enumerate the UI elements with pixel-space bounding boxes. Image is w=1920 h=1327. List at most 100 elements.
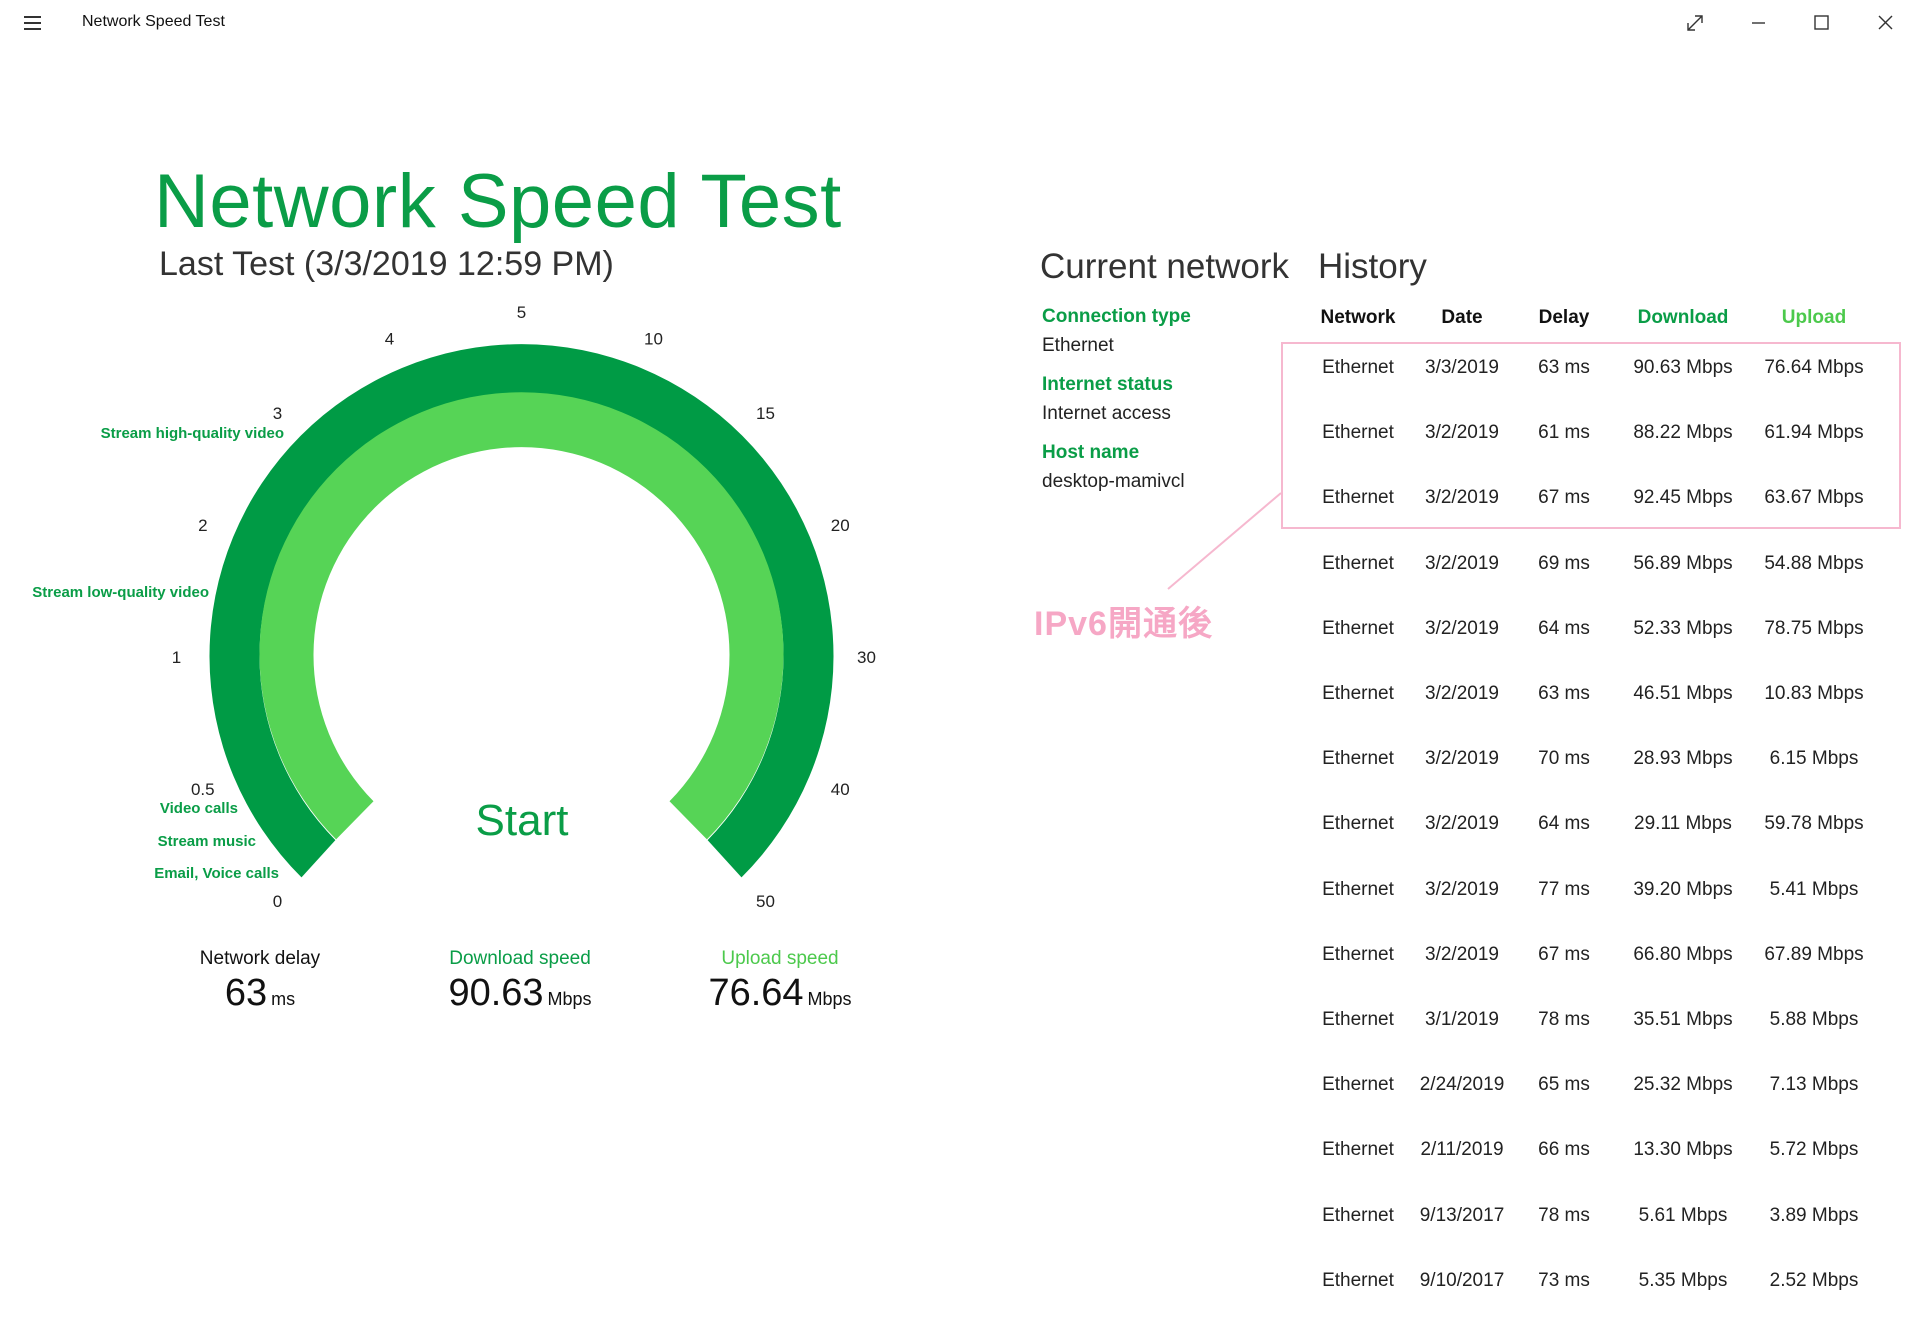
marker-label: Stream music bbox=[158, 833, 256, 850]
history-cell-network: Ethernet bbox=[1322, 617, 1394, 639]
history-cell-network: Ethernet bbox=[1322, 1204, 1394, 1226]
history-cell-download: 28.93 Mbps bbox=[1633, 748, 1733, 770]
history-header-download: Download bbox=[1637, 307, 1729, 328]
network-delay-value: 63 bbox=[224, 972, 268, 1014]
history-cell-network: Ethernet bbox=[1322, 552, 1394, 574]
history-cell-upload: 67.89 Mbps bbox=[1764, 943, 1864, 965]
history-cell-download: 56.89 Mbps bbox=[1633, 552, 1733, 574]
history-row[interactable]: Ethernet 3/2/2019 67 ms 66.80 Mbps 67.89 Mbp… bbox=[1300, 944, 1920, 1004]
history-row[interactable]: Ethernet 3/2/2019 64 ms 52.33 Mbps 78.75 Mbp… bbox=[1300, 618, 1920, 678]
history-row[interactable]: Ethernet 3/2/2019 77 ms 39.20 Mbps 5.41 Mbps bbox=[1300, 879, 1920, 939]
history-cell-network: Ethernet bbox=[1322, 878, 1394, 900]
history-row[interactable]: Ethernet 3/2/2019 70 ms 28.93 Mbps 6.15 Mbps bbox=[1300, 748, 1920, 808]
history-cell-upload: 5.88 Mbps bbox=[1769, 1009, 1859, 1030]
maximize-icon[interactable] bbox=[1798, 6, 1844, 40]
download-speed-label: Download speed bbox=[449, 948, 591, 969]
history-cell-date: 3/2/2019 bbox=[1425, 683, 1499, 704]
history-header-date: Date bbox=[1441, 307, 1483, 328]
gauge-tick-label: 4 bbox=[385, 329, 394, 348]
network-delay-metric: Network delay 63 ms bbox=[190, 948, 330, 1015]
history-cell-network: Ethernet bbox=[1322, 1139, 1394, 1161]
marker-label: Video calls bbox=[160, 800, 238, 817]
hamburger-menu-icon[interactable] bbox=[22, 14, 44, 32]
last-test-timestamp: Last Test (3/3/2019 12:59 PM) bbox=[159, 245, 614, 283]
history-cell-date: 3/2/2019 bbox=[1425, 617, 1499, 639]
history-cell-upload: 10.83 Mbps bbox=[1764, 683, 1864, 704]
history-cell-date: 3/2/2019 bbox=[1425, 878, 1499, 900]
gauge-tick-label: 0.5 bbox=[191, 780, 215, 799]
history-cell-delay: 64 ms bbox=[1538, 617, 1590, 639]
window-title: Network Speed Test bbox=[82, 13, 225, 30]
history-row[interactable]: Ethernet 2/11/2019 66 ms 13.30 Mbps 5.72 Mbp… bbox=[1300, 1139, 1920, 1199]
gauge-tick-label: 20 bbox=[831, 516, 850, 535]
history-cell-upload: 5.72 Mbps bbox=[1769, 1139, 1859, 1161]
fullscreen-icon[interactable] bbox=[1672, 6, 1718, 40]
history-cell-upload: 59.78 Mbps bbox=[1764, 813, 1864, 835]
history-cell-delay: 69 ms bbox=[1538, 552, 1590, 574]
history-cell-network: Ethernet bbox=[1322, 813, 1394, 835]
history-cell-delay: 66 ms bbox=[1538, 1139, 1590, 1161]
download-speed-value-line: 90.63 Mbps bbox=[430, 972, 610, 1015]
history-cell-download: 25.32 Mbps bbox=[1633, 1074, 1733, 1096]
history-cell-upload: 78.75 Mbps bbox=[1764, 617, 1864, 639]
history-cell-network: Ethernet bbox=[1322, 1269, 1394, 1291]
history-cell-date: 3/2/2019 bbox=[1425, 943, 1499, 965]
history-cell-date: 3/2/2019 bbox=[1425, 552, 1499, 574]
download-speed-metric: Download speed 90.63 Mbps bbox=[430, 948, 610, 1015]
gauge-tick-label: 2 bbox=[198, 516, 207, 535]
gauge-tick-label: 3 bbox=[273, 404, 282, 423]
minimize-icon[interactable] bbox=[1735, 6, 1781, 40]
history-cell-delay: 65 ms bbox=[1538, 1074, 1590, 1096]
speed-gauge: 0 0.5 1 2 3 4 5 10 15 20 30 40 50 Stream high-qualit… bbox=[32, 303, 876, 911]
internet-status-value: Internet access bbox=[1042, 403, 1171, 424]
start-button[interactable]: Start bbox=[476, 796, 569, 845]
history-cell-upload: 2.52 Mbps bbox=[1769, 1269, 1859, 1291]
gauge-tick-label: 10 bbox=[644, 329, 663, 348]
history-cell-date: 3/2/2019 bbox=[1425, 748, 1499, 770]
gauge-tick-label: 0 bbox=[273, 892, 282, 911]
gauge-tick-label: 40 bbox=[831, 780, 850, 799]
history-cell-delay: 64 ms bbox=[1538, 813, 1590, 835]
upload-speed-value: 76.64 bbox=[708, 972, 804, 1014]
close-icon[interactable] bbox=[1862, 6, 1908, 40]
history-row[interactable]: Ethernet 9/13/2017 78 ms 5.61 Mbps 3.89 Mbps bbox=[1300, 1205, 1920, 1265]
history-cell-upload: 54.88 Mbps bbox=[1764, 552, 1864, 574]
history-cell-date: 9/10/2017 bbox=[1419, 1269, 1505, 1291]
annotation-text: IPv6開通後 bbox=[1034, 605, 1213, 643]
network-delay-label: Network delay bbox=[199, 948, 321, 969]
download-speed-value: 90.63 bbox=[448, 972, 544, 1014]
highlight-box bbox=[1281, 342, 1901, 529]
history-row[interactable]: Ethernet 9/10/2017 73 ms 5.35 Mbps 2.52 Mbps bbox=[1300, 1270, 1920, 1327]
history-cell-delay: 78 ms bbox=[1538, 1204, 1590, 1226]
history-row[interactable]: Ethernet 3/1/2019 78 ms 35.51 Mbps 5.88 Mbps bbox=[1300, 1009, 1920, 1069]
history-cell-download: 5.61 Mbps bbox=[1638, 1204, 1728, 1226]
download-speed-unit: Mbps bbox=[547, 989, 592, 1009]
history-cell-upload: 5.41 Mbps bbox=[1769, 878, 1859, 900]
history-cell-date: 2/11/2019 bbox=[1420, 1139, 1504, 1161]
marker-label: Stream high-quality video bbox=[101, 425, 284, 442]
network-delay-value-line: 63 ms bbox=[190, 972, 330, 1015]
history-cell-date: 3/1/2019 bbox=[1425, 1009, 1499, 1030]
network-delay-unit: ms bbox=[271, 989, 296, 1009]
history-row[interactable]: Ethernet 3/2/2019 64 ms 29.11 Mbps 59.78 Mbp… bbox=[1300, 813, 1920, 873]
history-row[interactable]: Ethernet 3/2/2019 63 ms 46.51 Mbps 10.83 Mbp… bbox=[1300, 683, 1920, 743]
history-cell-delay: 78 ms bbox=[1538, 1009, 1590, 1030]
gauge-tick-label: 5 bbox=[517, 303, 526, 322]
history-heading: History bbox=[1318, 247, 1427, 286]
history-cell-download: 66.80 Mbps bbox=[1633, 943, 1733, 965]
history-row[interactable]: Ethernet 3/2/2019 69 ms 56.89 Mbps 54.88 Mbp… bbox=[1300, 553, 1920, 613]
internet-status-label: Internet status bbox=[1042, 374, 1173, 395]
marker-label: Email, Voice calls bbox=[154, 865, 279, 882]
history-cell-network: Ethernet bbox=[1322, 1074, 1394, 1096]
history-cell-network: Ethernet bbox=[1322, 748, 1394, 770]
upload-speed-label: Upload speed bbox=[721, 948, 839, 969]
callout-line bbox=[1167, 492, 1282, 590]
history-cell-date: 3/2/2019 bbox=[1425, 813, 1499, 835]
history-cell-download: 52.33 Mbps bbox=[1633, 617, 1733, 639]
history-cell-delay: 73 ms bbox=[1538, 1269, 1590, 1291]
history-row[interactable]: Ethernet 2/24/2019 65 ms 25.32 Mbps 7.13 Mbp… bbox=[1300, 1074, 1920, 1134]
history-cell-upload: 3.89 Mbps bbox=[1769, 1204, 1859, 1226]
history-cell-download: 29.11 Mbps bbox=[1634, 813, 1732, 835]
history-cell-date: 2/24/2019 bbox=[1419, 1074, 1505, 1096]
history-cell-date: 9/13/2017 bbox=[1419, 1204, 1505, 1226]
